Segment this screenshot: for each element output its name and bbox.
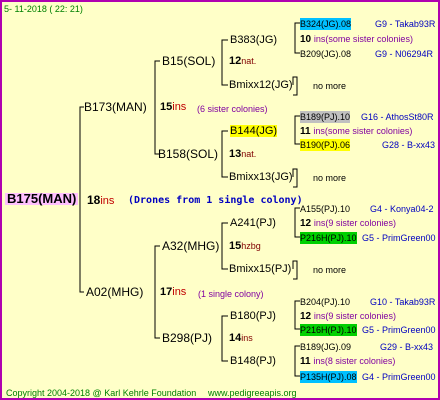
b158-year: 13nat. — [229, 148, 257, 160]
queen-B173: B173(MAN) — [84, 100, 147, 114]
queen-A155: A155(PJ).10 — [300, 204, 351, 214]
footer-copyright: Copyright 2004-2018 @ Karl Kehrle Founda… — [6, 388, 197, 398]
b209-breeder: G9 - N06294R — [375, 49, 434, 59]
root-year: 18ins — [87, 193, 115, 207]
a155-breeder: G4 - Konya04-2 — [370, 204, 434, 214]
root-note: (Drones from 1 single colony) — [128, 195, 303, 206]
queen-B204: B204(PJ).10 — [300, 297, 351, 307]
queen-P216H-a: P216H(PJ).10 — [300, 232, 357, 244]
queen-A241: A241(PJ) — [230, 217, 276, 229]
queen-B15: B15(SOL) — [162, 54, 216, 68]
b383-year: 10 ins(some sister colonies) — [300, 34, 413, 45]
queen-A32: A32(MHG) — [162, 239, 220, 253]
header-date: 5- 11-2018 ( 22: 21) — [4, 4, 83, 14]
b189-top-breeder: G16 - AthosSt80R — [361, 112, 434, 122]
b324-breeder: G9 - Takab93R — [375, 19, 436, 29]
queen-A02: A02(MHG) — [86, 285, 144, 299]
a241-year: 12 ins(9 sister colonies) — [300, 218, 396, 229]
b15-year: 12nat. — [229, 55, 257, 67]
queen-B189-top: B189(PJ).10 — [300, 111, 351, 123]
a02-note: (1 single colony) — [198, 289, 264, 299]
queen-B189-bottom: B189(JG).09 — [300, 342, 352, 352]
queen-B158: B158(SOL) — [158, 147, 219, 161]
queen-B175: B175(MAN) — [5, 191, 79, 206]
queen-Bmixx12: Bmixx12(JG) — [229, 79, 293, 91]
queen-B144: B144(JG) — [230, 125, 278, 137]
queen-B209: B209(JG).08 — [300, 49, 352, 59]
b298-year: 14ins — [229, 332, 253, 344]
bmixx12-more: no more — [313, 81, 347, 91]
b173-note: (6 sister colonies) — [197, 104, 268, 114]
b144-year: 11 ins(some sister colonies) — [300, 126, 413, 137]
bmixx13-more: no more — [313, 173, 347, 183]
b204-breeder: G10 - Takab93R — [370, 297, 436, 307]
b190-breeder: G28 - B-xx43 — [382, 140, 436, 150]
queen-B324: B324(JG).08 — [300, 18, 352, 30]
p135-breeder: G4 - PrimGreen00 — [362, 372, 436, 382]
p216-a-breeder: G5 - PrimGreen00 — [362, 233, 436, 243]
bmixx15-more: no more — [313, 265, 347, 275]
queen-Bmixx15: Bmixx15(PJ) — [229, 263, 292, 275]
queen-Bmixx13: Bmixx13(JG) — [229, 171, 293, 183]
queen-B298: B298(PJ) — [162, 331, 213, 345]
p216-b-breeder: G5 - PrimGreen00 — [362, 325, 436, 335]
queen-B148: B148(PJ) — [230, 355, 276, 367]
footer-link[interactable]: www.pedigreeapis.org — [208, 387, 297, 399]
queen-B190: B190(PJ).06 — [300, 139, 351, 151]
queen-B180: B180(PJ) — [230, 310, 276, 322]
a32-year: 15hzbg — [229, 240, 261, 252]
b189-bottom-breeder: G29 - B-xx43 — [380, 342, 434, 352]
b148-year: 11 ins(8 sister colonies) — [300, 356, 396, 367]
queen-P135H: P135H(PJ).08 — [300, 371, 357, 383]
b173-year: 15ins — [160, 101, 187, 113]
b180-year: 12 ins(9 sister colonies) — [300, 311, 396, 322]
queen-B383: B383(JG) — [230, 34, 278, 46]
a02-year: 17ins — [160, 286, 187, 298]
queen-P216H-b: P216H(PJ).10 — [300, 324, 357, 336]
